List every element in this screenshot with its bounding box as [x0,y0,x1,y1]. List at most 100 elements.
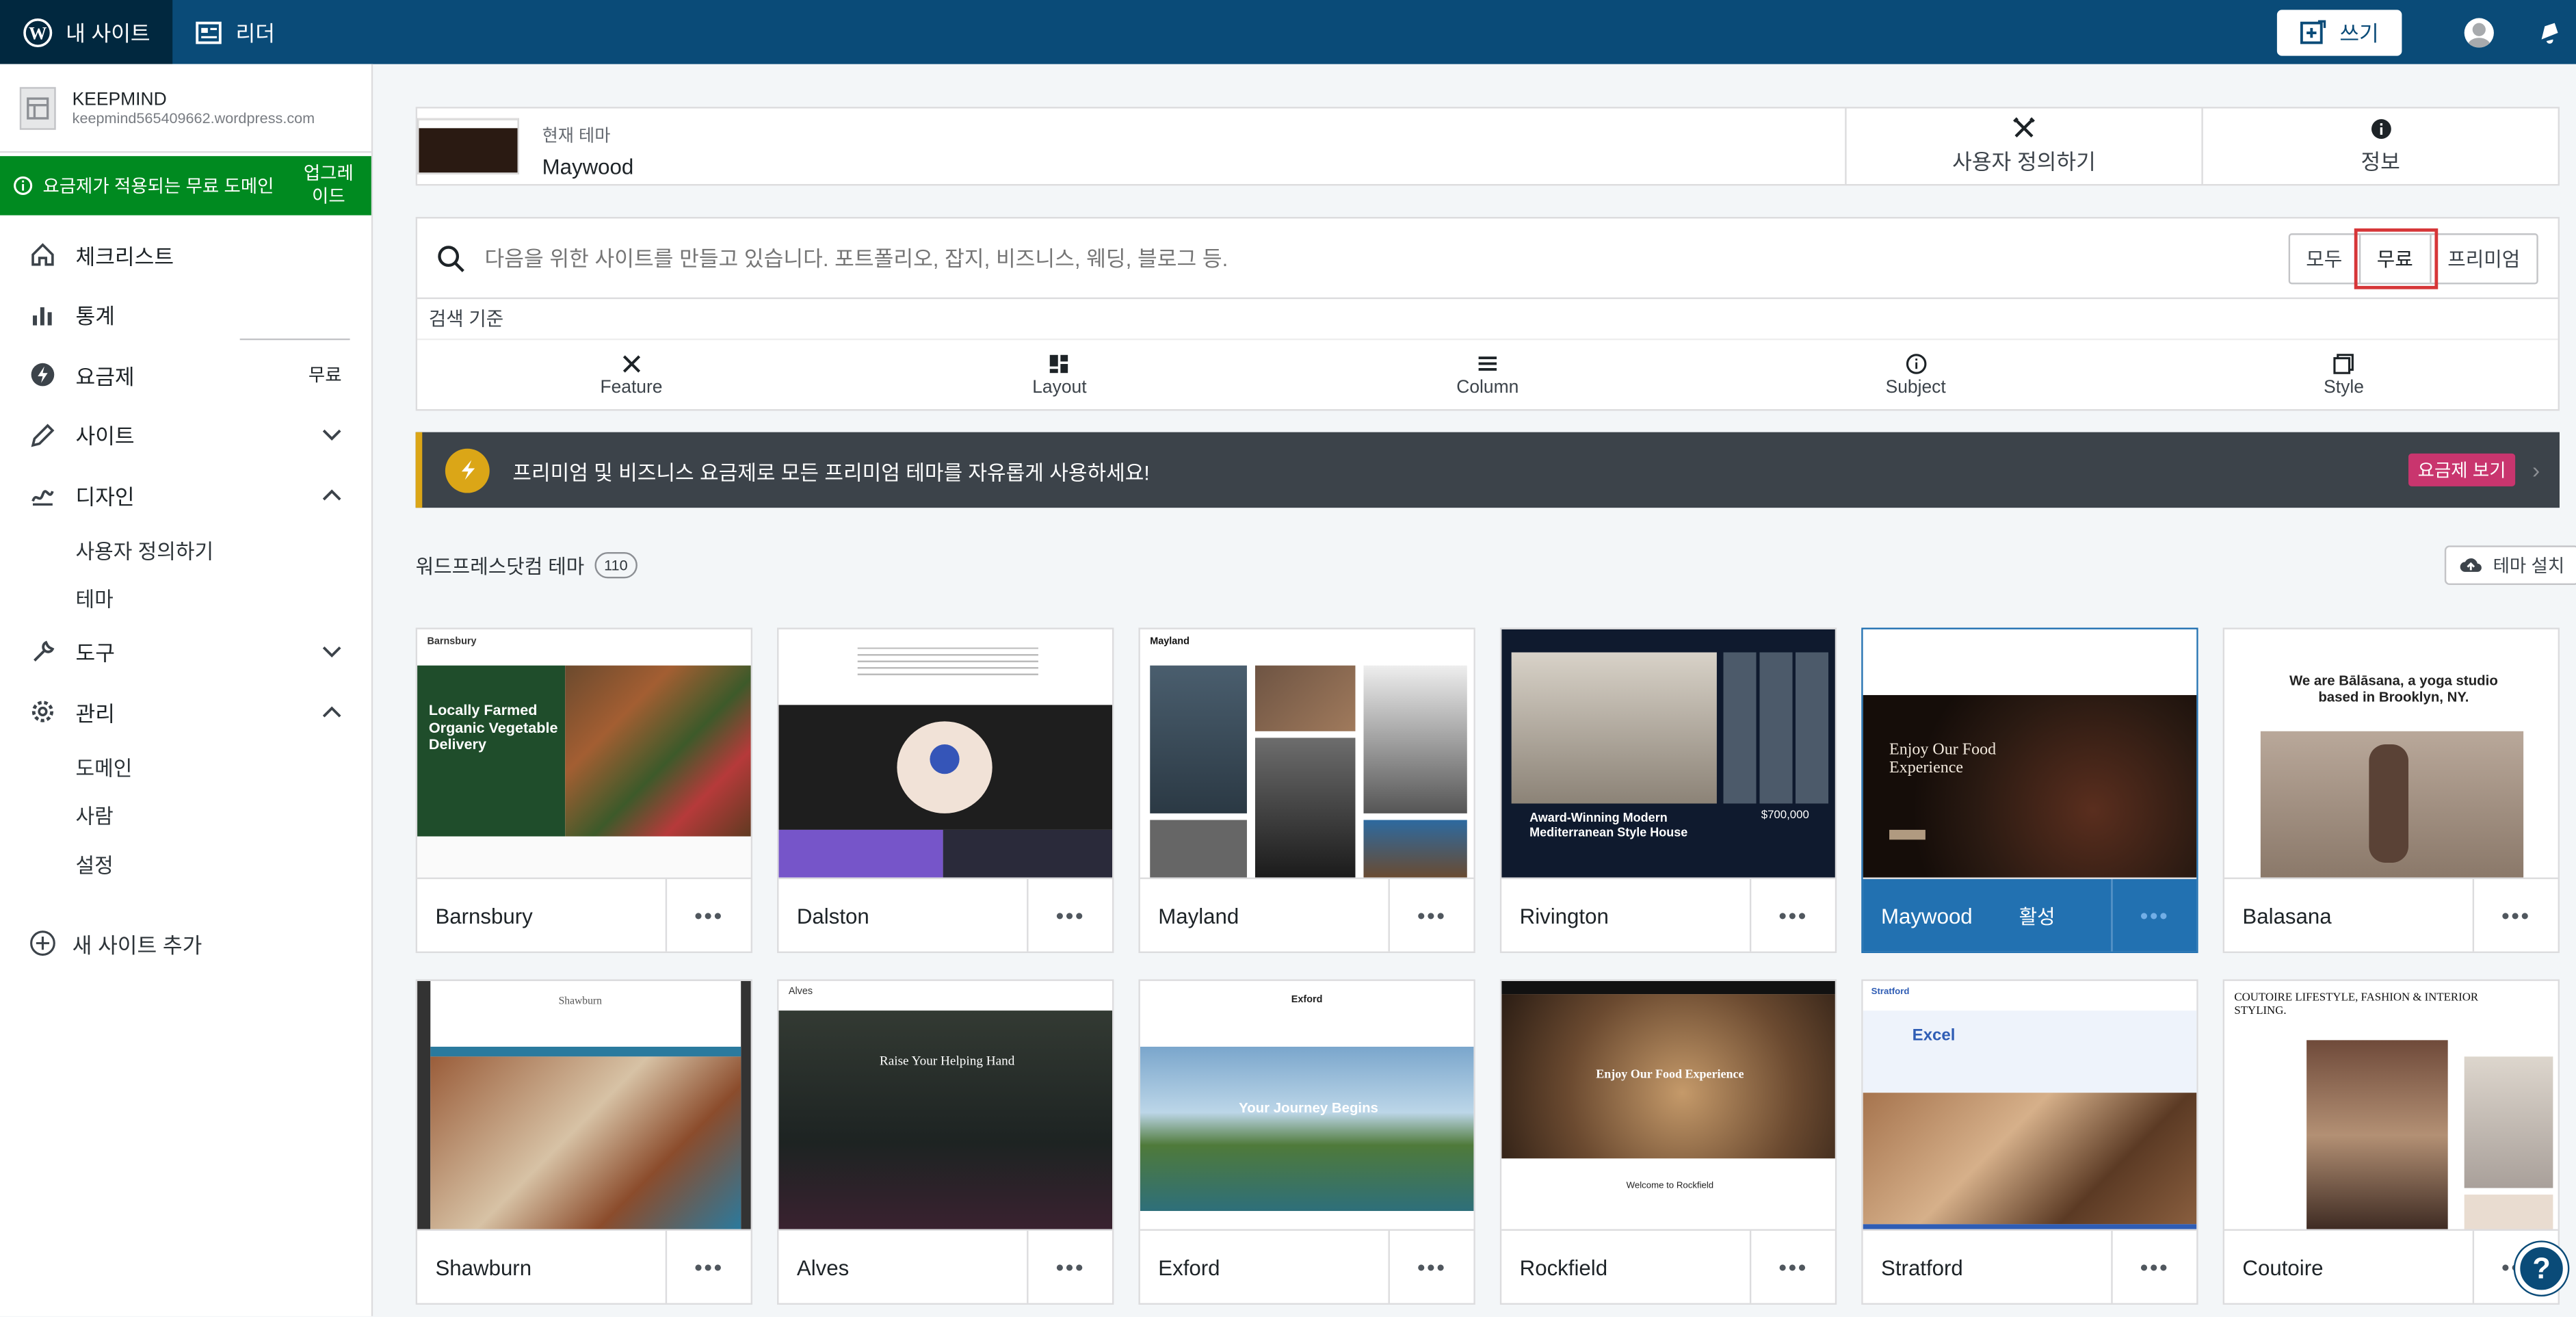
theme-screenshot[interactable]: Stratford Excel [1863,980,2197,1231]
sidebar: KEEPMIND keepmind565409662.wordpress.com… [0,64,373,1316]
chevron-down-icon [322,646,341,657]
more-options-button[interactable]: ••• [1749,1230,1835,1303]
preview-headline: Enjoy Our Food Experience [1596,1066,1744,1082]
filter-label: Feature [600,378,663,398]
tier-free-button[interactable]: 무료 [2354,227,2438,289]
reader-icon [196,21,222,44]
main-content: 현재 테마 Maywood 사용자 정의하기 정보 모두 무료 프리미엄 [415,107,2576,590]
search-by-label: 검색 기준 [428,310,504,330]
sidebar-subitem-themes[interactable]: 테마 [0,573,371,622]
chevron-right-icon[interactable]: › [2532,457,2540,483]
more-options-button[interactable]: ••• [1027,1230,1112,1303]
tier-filter: 모두 무료 프리미엄 [2287,227,2538,289]
more-options-button[interactable]: ••• [2111,1230,2196,1303]
theme-screenshot[interactable]: Enjoy Our Food Experience [1863,629,2197,879]
theme-screenshot[interactable] [778,629,1113,879]
theme-name: Rivington [1519,902,1609,928]
more-options-button[interactable]: ••• [665,878,751,952]
site-name: KEEPMIND [72,89,167,109]
theme-card-balasana[interactable]: We are Bālāsana, a yoga studio based in … [2222,627,2560,954]
preview-logo-text: Stratford [1871,987,1910,997]
preview-logo-text: Alves [788,987,813,997]
filter-column[interactable]: Column [1274,340,1702,410]
install-theme-button[interactable]: 테마 설치 [2445,545,2576,586]
plus-circle-icon [30,930,55,956]
notifications-icon[interactable] [2536,19,2562,45]
theme-grid: Barnsbury Locally Farmed Organic Vegetab… [415,627,2560,1305]
lightning-icon [445,447,490,493]
view-plans-button[interactable]: 요금제 보기 [2408,453,2516,486]
upgrade-link[interactable]: 업그레이드 [299,163,358,209]
theme-card-stratford[interactable]: Stratford Excel Stratford ••• [1861,979,2198,1305]
theme-screenshot[interactable]: COUTOIRE LIFESTYLE, FASHION & INTERIOR S… [2224,980,2558,1231]
current-theme-thumbnail [417,118,519,174]
tier-all-button[interactable]: 모두 [2289,234,2361,282]
style-icon [2333,354,2354,374]
tier-premium-button[interactable]: 프리미엄 [2431,234,2536,282]
sidebar-subitem-settings[interactable]: 설정 [0,839,371,887]
more-options-button[interactable]: ••• [2472,878,2558,952]
theme-screenshot[interactable]: Shawburn [417,980,751,1231]
more-options-button[interactable]: ••• [1749,878,1835,952]
sidebar-subitem-customize[interactable]: 사용자 정의하기 [0,525,371,573]
more-options-button[interactable]: ••• [1388,878,1474,952]
theme-card-mayland[interactable]: Mayland Mayland ••• [1138,627,1475,954]
sidebar-item-manage[interactable]: 관리 [0,682,371,742]
theme-card-rockfield[interactable]: Enjoy Our Food Experience Welcome to Roc… [1499,979,1837,1305]
my-sites-button[interactable]: W 내 사이트 [0,0,174,64]
avatar[interactable] [2464,17,2494,47]
more-options-button[interactable]: ••• [2111,878,2196,952]
current-theme-label: 현재 테마 [542,126,611,146]
theme-screenshot[interactable]: Exford Your Journey Begins [1140,980,1474,1231]
filter-layout[interactable]: Layout [845,340,1274,410]
more-options-button[interactable]: ••• [665,1230,751,1303]
reader-button[interactable]: 리더 [173,0,298,64]
theme-screenshot[interactable]: We are Bālāsana, a yoga studio based in … [2224,629,2558,879]
tools-icon [2013,117,2035,138]
more-options-button[interactable]: ••• [1388,1230,1474,1303]
columns-icon [1478,356,1497,371]
current-theme-name: Maywood [542,154,634,179]
site-card[interactable]: KEEPMIND keepmind565409662.wordpress.com [0,64,371,153]
chevron-up-icon [322,707,341,718]
theme-card-coutoire[interactable]: COUTOIRE LIFESTYLE, FASHION & INTERIOR S… [2222,979,2560,1305]
theme-card-alves[interactable]: Alves Raise Your Helping Hand Alves ••• [777,979,1114,1305]
theme-screenshot[interactable]: Barnsbury Locally Farmed Organic Vegetab… [417,629,751,879]
theme-card-maywood[interactable]: Enjoy Our Food Experience Maywood 활성 ••• [1861,627,2198,954]
preview-headline: Excel [1912,1027,1956,1045]
theme-screenshot[interactable]: Award-Winning Modern Mediterranean Style… [1501,629,1835,879]
theme-card-exford[interactable]: Exford Your Journey Begins Exford ••• [1138,979,1475,1305]
pencil-icon [31,423,55,447]
theme-card-barnsbury[interactable]: Barnsbury Locally Farmed Organic Vegetab… [415,627,753,954]
add-site-button[interactable]: 새 사이트 추가 [0,911,371,976]
theme-screenshot[interactable]: Alves Raise Your Helping Hand [778,980,1113,1231]
filter-feature[interactable]: Feature [417,340,845,410]
customize-button[interactable]: 사용자 정의하기 [1845,108,2201,184]
theme-screenshot[interactable]: Enjoy Our Food Experience Welcome to Roc… [1501,980,1835,1231]
sidebar-item-stats[interactable]: 통계 [0,285,371,345]
info-label: 정보 [2361,148,2400,174]
theme-card-rivington[interactable]: Award-Winning Modern Mediterranean Style… [1499,627,1837,954]
site-url: keepmind565409662.wordpress.com [72,109,315,126]
sidebar-subitem-domains[interactable]: 도메인 [0,742,371,790]
theme-info-button[interactable]: 정보 [2201,108,2558,184]
more-options-button[interactable]: ••• [1027,878,1112,952]
sidebar-item-site[interactable]: 사이트 [0,405,371,465]
preview-headline: COUTOIRE LIFESTYLE, FASHION & INTERIOR S… [2234,991,2479,1017]
sidebar-subitem-people[interactable]: 사람 [0,790,371,839]
upload-cloud-icon [2460,558,2482,572]
theme-search-input[interactable] [484,246,2288,271]
theme-screenshot[interactable]: Mayland [1140,629,1474,879]
sidebar-item-checklist[interactable]: 체크리스트 [0,225,371,285]
write-button[interactable]: 쓰기 [2277,9,2402,55]
sidebar-item-plan[interactable]: 요금제 무료 [0,345,371,405]
sidebar-item-design[interactable]: 디자인 [0,465,371,525]
theme-name: Shawburn [435,1254,532,1279]
theme-card-shawburn[interactable]: Shawburn Shawburn ••• [415,979,753,1305]
filter-subject[interactable]: Subject [1702,340,2130,410]
theme-card-dalston[interactable]: Dalston ••• [777,627,1114,954]
help-button[interactable]: ? [2515,1242,2568,1295]
upgrade-banner[interactable]: 요금제가 적용되는 무료 도메인 업그레이드 [0,156,371,216]
filter-style[interactable]: Style [2130,340,2558,410]
sidebar-item-tools[interactable]: 도구 [0,622,371,682]
